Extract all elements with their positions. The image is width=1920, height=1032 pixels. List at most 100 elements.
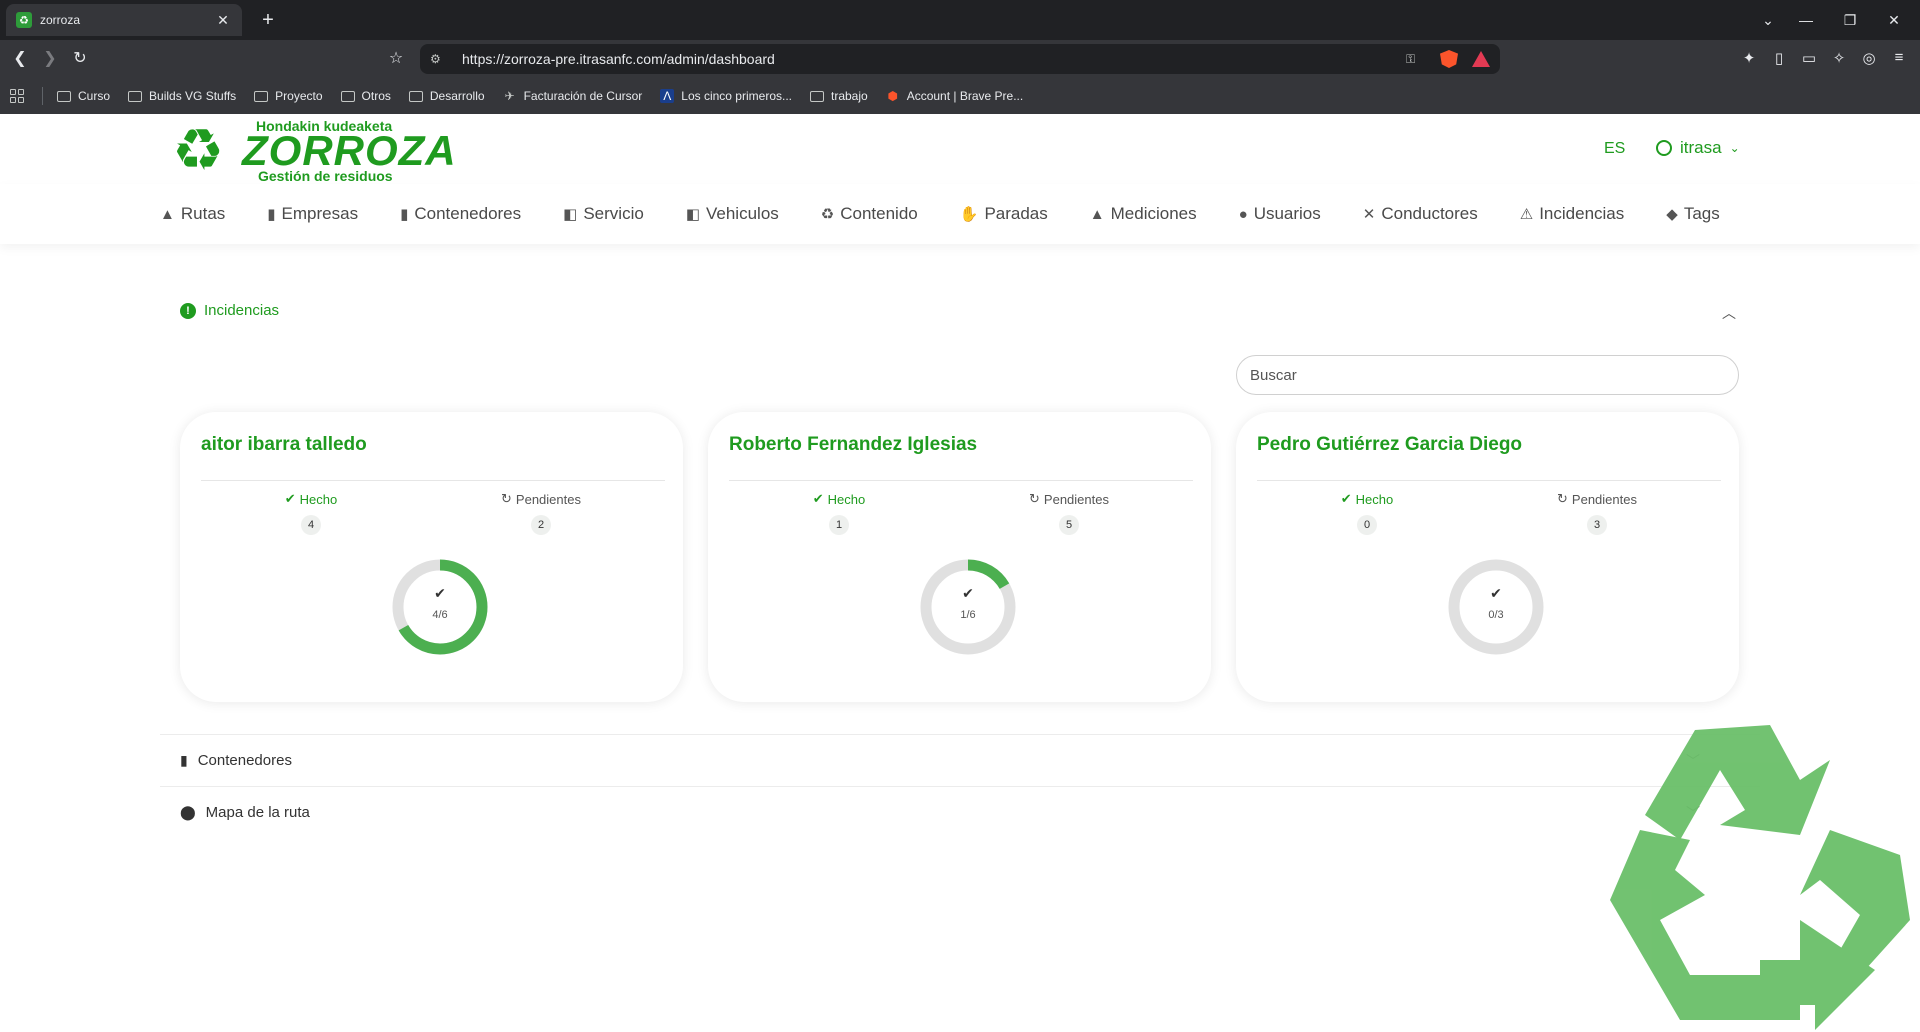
browser-tab[interactable]: ♻ zorroza ✕ (6, 4, 242, 36)
zorroza-logo[interactable]: ♻ Hondakin kudeaketa ZORROZA Gestión de … (170, 116, 456, 184)
chevron-up-icon[interactable]: ︿ (1722, 303, 1736, 323)
nav-item-conductores[interactable]: ✕ Conductores (1363, 204, 1478, 224)
brave-rewards-icon[interactable] (1472, 51, 1490, 67)
card-divider (1257, 480, 1721, 481)
bookmark-item[interactable]: Otros (340, 89, 391, 103)
section-title: Mapa de la ruta (205, 804, 310, 821)
pending-count: 2 (531, 515, 551, 535)
driver-card: Roberto Fernandez Iglesias ✔ Hecho 1 ↻ Pen… (708, 412, 1211, 702)
bookmark-item[interactable]: ✈ Facturación de Cursor (503, 89, 643, 103)
bookmark-item[interactable]: Λ Los cinco primeros... (660, 89, 792, 103)
nav-item-paradas[interactable]: ✋ Paradas (960, 204, 1048, 224)
main-nav: ▲ Rutas ▮ Empresas ▮ Contenedores ◧ Servicio… (0, 184, 1920, 244)
done-stat: ✔ Hecho 0 (1297, 491, 1437, 535)
pending-stat: ↻ Pendientes 3 (1527, 491, 1667, 535)
check-icon: ✔ (812, 491, 824, 506)
nav-item-contenido[interactable]: ♻ Contenido (821, 204, 918, 224)
check-icon: ✔ (284, 491, 296, 506)
recycle-logo-icon: ♻ (172, 118, 224, 183)
vpn-icon[interactable]: ◎ (1858, 49, 1880, 67)
tags-icon: ◆ (1666, 206, 1678, 223)
card-divider (201, 480, 665, 481)
bookmark-item[interactable]: trabajo (810, 89, 868, 103)
folder-icon (408, 90, 423, 102)
recycle-favicon-icon: ♻ (16, 12, 32, 28)
username: itrasa (1680, 138, 1722, 157)
recycle-watermark-icon (1610, 725, 1910, 1030)
search-input[interactable] (1236, 355, 1739, 395)
warning-icon: ⚠ (1519, 206, 1534, 223)
site-settings-icon[interactable]: ⚙ (430, 52, 450, 66)
hand-icon: ✋ (959, 206, 979, 223)
done-count: 0 (1357, 515, 1377, 535)
refresh-icon: ↻ (1029, 491, 1040, 506)
incidencias-section-header[interactable]: ! Incidencias (180, 302, 279, 319)
nav-item-incidencias[interactable]: ⚠ Incidencias (1520, 204, 1625, 224)
mapa-section-header[interactable]: ⬤ Mapa de la ruta ﹀ (160, 786, 1760, 838)
nav-item-tags[interactable]: ◆ Tags (1666, 204, 1719, 224)
restore-button[interactable]: ❐ (1838, 8, 1862, 32)
progress-donut: ✔ 0/3 (1446, 557, 1546, 657)
nav-item-empresas[interactable]: ▮ Empresas (267, 204, 358, 224)
refresh-icon: ↻ (501, 491, 512, 506)
leo-ai-icon[interactable]: ✧ (1828, 49, 1850, 67)
folder-icon (128, 90, 143, 102)
brave-icon: ⬢ (887, 89, 898, 103)
address-bar[interactable]: ⚙ https://zorroza-pre.itrasanfc.com/admi… (420, 44, 1500, 74)
nav-item-vehiculos[interactable]: ◧ Vehiculos (686, 204, 779, 224)
key-icon[interactable]: ⚿ (1406, 52, 1426, 67)
language-selector[interactable]: ES (1604, 140, 1625, 158)
bookmark-item[interactable]: Desarrollo (408, 89, 485, 103)
nav-item-mediciones[interactable]: ▲ Mediciones (1090, 204, 1197, 224)
url-text[interactable]: https://zorroza-pre.itrasanfc.com/admin/… (462, 51, 1406, 67)
recycle-icon: ♻ (820, 206, 835, 223)
wallet-icon[interactable]: ▭ (1798, 49, 1820, 67)
bookmark-icon[interactable]: ☆ (384, 47, 408, 71)
route-icon: ▲ (160, 205, 175, 223)
new-tab-button[interactable]: + (256, 8, 280, 32)
nav-item-contenedores[interactable]: ▮ Contenedores (400, 204, 521, 224)
pending-stat: ↻ Pendientes 2 (471, 491, 611, 535)
driver-icon: ✕ (1362, 206, 1376, 223)
card-divider (729, 480, 1193, 481)
nav-item-servicio[interactable]: ◧ Servicio (563, 204, 644, 224)
contenedores-section-header[interactable]: ▮ Contenedores ﹀ (160, 734, 1760, 786)
nav-item-rutas[interactable]: ▲ Rutas (160, 204, 225, 224)
apps-grid-icon[interactable] (10, 89, 24, 103)
extensions-icon[interactable]: ✦ (1738, 49, 1760, 67)
refresh-icon: ↻ (1557, 491, 1568, 506)
forward-button[interactable]: ❯ (38, 47, 62, 71)
close-window-button[interactable]: ✕ (1882, 8, 1906, 32)
bookmark-item[interactable]: ⬢ Account | Brave Pre... (886, 89, 1023, 103)
check-icon: ✔ (1340, 491, 1352, 506)
progress-text: 1/6 (960, 609, 976, 621)
users-icon: ● (1238, 205, 1248, 223)
user-circle-icon (1656, 140, 1672, 156)
browser-toolbar: ❮ ❯ ↻ ☆ ⚙ https://zorroza-pre.itrasanfc.… (0, 40, 1920, 78)
tab-title: zorroza (40, 13, 81, 27)
menu-icon[interactable]: ≡ (1888, 49, 1910, 66)
check-icon: ✔ (1490, 585, 1502, 601)
brave-shields-icon[interactable] (1440, 50, 1458, 68)
check-icon: ✔ (962, 585, 974, 601)
bookmark-item[interactable]: Curso (57, 89, 110, 103)
sidebar-icon[interactable]: ▯ (1768, 49, 1790, 67)
bookmark-item[interactable]: Builds VG Stuffs (128, 89, 236, 103)
reload-button[interactable]: ↻ (68, 47, 92, 71)
building-icon: ▮ (267, 206, 276, 223)
app-header: ♻ Hondakin kudeaketa ZORROZA Gestión de … (0, 114, 1920, 184)
back-button[interactable]: ❮ (8, 47, 32, 71)
page-icon: Λ (660, 89, 675, 103)
nav-item-usuarios[interactable]: ● Usuarios (1239, 204, 1321, 224)
user-menu[interactable]: itrasa ⌄ (1656, 138, 1740, 158)
bookmark-item[interactable]: Proyecto (254, 89, 323, 103)
minimize-button[interactable]: — (1794, 8, 1818, 32)
truck-icon: ◧ (685, 206, 700, 223)
tab-search-chevron-icon[interactable]: ⌄ (1756, 8, 1780, 32)
progress-text: 0/3 (1488, 609, 1504, 621)
trash-icon: ▮ (180, 752, 188, 768)
map-pin-icon: ⬤ (180, 804, 196, 820)
close-tab-icon[interactable]: ✕ (214, 12, 232, 29)
done-count: 4 (301, 515, 321, 535)
done-count: 1 (829, 515, 849, 535)
